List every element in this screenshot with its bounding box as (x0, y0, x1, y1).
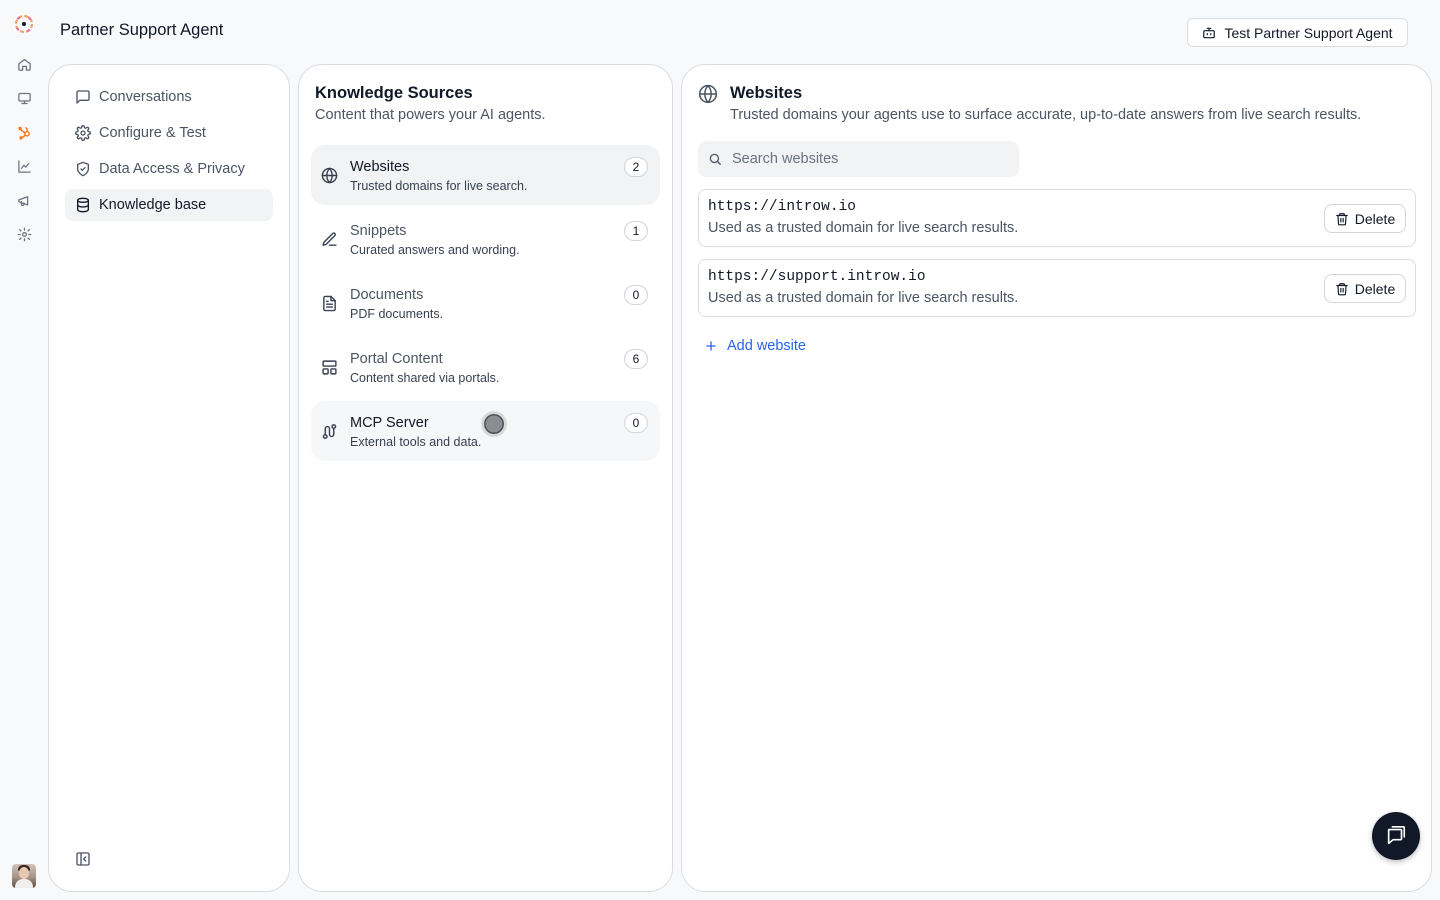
source-desc: Trusted domains for live search. (350, 179, 528, 193)
trash-icon (1335, 282, 1348, 295)
settings-nav-panel: Conversations Configure & Test Data Acce… (48, 64, 290, 892)
delete-label: Delete (1354, 280, 1396, 297)
source-count-badge: 6 (624, 349, 648, 369)
test-agent-button[interactable]: Test Partner Support Agent (1187, 18, 1408, 47)
source-count-badge: 1 (624, 221, 648, 241)
pencil-icon (322, 232, 337, 246)
shield-check-icon (77, 161, 89, 177)
nav-item-configure-test[interactable]: Configure & Test (65, 117, 273, 149)
website-desc: Used as a trusted domain for live search… (708, 220, 1019, 236)
source-desc: Curated answers and wording. (350, 243, 520, 257)
monitor-icon[interactable] (10, 84, 38, 112)
detail-title: Websites (730, 84, 803, 102)
add-website-button[interactable]: Add website (704, 338, 806, 354)
delete-website-button[interactable]: Delete (1324, 204, 1406, 233)
chat-icon (1387, 826, 1406, 845)
gear-icon[interactable] (10, 220, 38, 248)
chat-support-button[interactable] (1372, 812, 1420, 860)
search-websites-input[interactable] (732, 151, 1002, 167)
knowledge-sources-panel: Knowledge Sources Content that powers yo… (298, 64, 673, 892)
source-item-websites[interactable]: Websites Trusted domains for live search… (311, 145, 660, 205)
megaphone-icon[interactable] (10, 186, 38, 214)
delete-label: Delete (1354, 210, 1396, 227)
source-item-documents[interactable]: Documents PDF documents. 0 (311, 273, 660, 333)
globe-icon (321, 167, 338, 184)
source-count-badge: 0 (624, 285, 648, 305)
search-box (698, 141, 1019, 177)
website-row: https://support.introw.io Used as a trus… (698, 259, 1416, 317)
source-item-snippets[interactable]: Snippets Curated answers and wording. 1 (311, 209, 660, 269)
avatar[interactable] (12, 864, 36, 888)
delete-website-button[interactable]: Delete (1324, 274, 1406, 303)
test-agent-button-label: Test Partner Support Agent (1224, 24, 1393, 41)
website-url: https://introw.io (708, 199, 856, 215)
database-icon (77, 197, 89, 213)
route-icon (322, 424, 337, 439)
source-item-mcp-server[interactable]: MCP Server External tools and data. 0 (311, 401, 660, 461)
source-desc: External tools and data. (350, 435, 482, 449)
mouse-cursor-indicator (481, 411, 507, 437)
app-rail (0, 0, 48, 900)
plus-icon (706, 341, 716, 351)
nav-item-label: Data Access & Privacy (99, 161, 245, 177)
website-desc: Used as a trusted domain for live search… (708, 290, 1019, 306)
source-desc: PDF documents. (350, 307, 444, 321)
websites-detail-panel: Websites Trusted domains your agents use… (681, 64, 1432, 892)
bot-icon (1203, 27, 1216, 38)
sources-subtitle: Content that powers your AI agents. (315, 107, 546, 123)
source-name: Documents (350, 287, 424, 303)
chart-icon[interactable] (10, 152, 38, 180)
source-desc: Content shared via portals. (350, 371, 500, 385)
source-name: Portal Content (350, 351, 443, 367)
source-item-portal-content[interactable]: Portal Content Content shared via portal… (311, 337, 660, 397)
nav-item-label: Configure & Test (99, 125, 206, 141)
home-icon[interactable] (10, 50, 38, 78)
page-title: Partner Support Agent (60, 21, 224, 39)
hubspot-icon[interactable] (10, 118, 38, 146)
message-square-icon (76, 90, 90, 104)
file-text-icon (323, 295, 336, 312)
add-website-label: Add website (727, 338, 806, 354)
source-count-badge: 0 (624, 413, 648, 433)
nav-item-label: Knowledge base (99, 197, 207, 213)
source-name: Websites (350, 159, 410, 175)
nav-item-label: Conversations (99, 89, 192, 105)
source-count-badge: 2 (624, 157, 648, 177)
nav-item-knowledge-base[interactable]: Knowledge base (65, 189, 273, 221)
layout-icon (322, 360, 337, 375)
trash-icon (1335, 212, 1348, 225)
source-name: MCP Server (350, 415, 429, 431)
sources-title: Knowledge Sources (315, 84, 473, 102)
detail-subtitle: Trusted domains your agents use to surfa… (730, 107, 1362, 123)
source-name: Snippets (350, 223, 407, 239)
website-row: https://introw.io Used as a trusted doma… (698, 189, 1416, 247)
nav-item-data-access-privacy[interactable]: Data Access & Privacy (65, 153, 273, 185)
globe-icon (698, 84, 718, 104)
search-icon (709, 153, 721, 165)
gear-icon (75, 125, 91, 141)
app-logo-icon[interactable] (12, 12, 36, 36)
website-url: https://support.introw.io (708, 269, 926, 285)
nav-item-conversations[interactable]: Conversations (65, 81, 273, 113)
collapse-sidebar-icon[interactable] (75, 851, 91, 867)
